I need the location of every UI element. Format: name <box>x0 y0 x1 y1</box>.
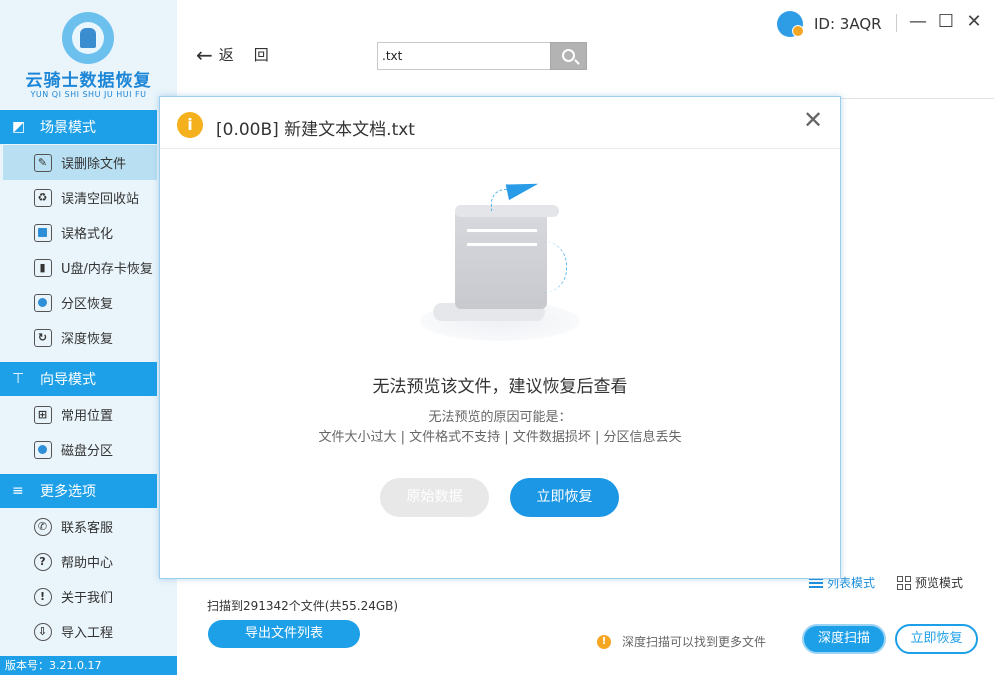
logo-title: 云骑士数据恢复 <box>25 71 152 91</box>
sidebar-item-usb-recovery[interactable]: ▮ U盘/内存卡恢复 <box>0 250 157 285</box>
format-icon <box>34 223 52 242</box>
minimize-icon[interactable]: — <box>908 12 928 32</box>
paper-plane-icon <box>505 177 541 201</box>
section-more-options[interactable]: ≡ 更多选项 <box>0 474 157 508</box>
export-file-list-button[interactable]: 导出文件列表 <box>208 620 360 648</box>
logo-subtitle: YUN QI SHI SHU JU HUI FU <box>30 90 147 99</box>
sidebar-item-deleted-files[interactable]: ✎ 误删除文件 <box>3 145 157 180</box>
disk-icon <box>34 440 52 459</box>
section-title: 场景模式 <box>40 120 96 136</box>
vip-badge-icon <box>792 25 804 37</box>
sidebar-item-label: 误清空回收站 <box>61 192 140 207</box>
section-title: 向导模式 <box>40 372 96 388</box>
close-window-icon[interactable]: ✕ <box>964 12 984 32</box>
section-title: 更多选项 <box>40 484 96 500</box>
sidebar-item-contact-support[interactable]: ✆ 联系客服 <box>0 509 157 544</box>
sidebar-item-label: 误删除文件 <box>61 157 127 172</box>
signpost-icon: ⊤ <box>12 371 25 387</box>
sidebar-item-label: 误格式化 <box>61 227 114 242</box>
app-logo: 云骑士数据恢复 YUN QI SHI SHU JU HUI FU <box>0 0 177 108</box>
section-wizard-mode[interactable]: ⊤ 向导模式 <box>0 362 157 396</box>
sidebar-item-label: 常用位置 <box>61 409 114 424</box>
user-avatar[interactable] <box>777 11 804 37</box>
deep-scan-button[interactable]: 深度扫描 <box>802 624 886 654</box>
warning-icon: ! <box>597 634 611 649</box>
sidebar-item-label: 导入工程 <box>61 626 114 641</box>
deep-scan-hint-text: 深度扫描可以找到更多文件 <box>622 635 767 649</box>
preview-mode-label: 预览模式 <box>915 576 964 590</box>
sidebar-item-import-project[interactable]: ⇩ 导入工程 <box>0 614 157 649</box>
usb-drive-icon: ▮ <box>34 258 52 277</box>
search-button[interactable] <box>550 42 587 70</box>
scene-icon: ◩ <box>12 119 26 135</box>
dialog-header: i [0.00B] 新建文本文档.txt ✕ <box>160 97 840 149</box>
close-icon[interactable]: ✕ <box>803 108 823 132</box>
sidebar-item-partition-recovery[interactable]: 分区恢复 <box>0 285 157 320</box>
sidebar-item-format[interactable]: 误格式化 <box>0 215 157 250</box>
sidebar-item-common-locations[interactable]: ⊞ 常用位置 <box>0 397 157 432</box>
help-icon: ? <box>34 552 52 571</box>
recover-now-button[interactable]: 立即恢复 <box>895 624 978 654</box>
info-icon: i <box>177 112 203 138</box>
user-id: ID: 3AQR <box>814 15 882 33</box>
phone-icon: ✆ <box>34 517 52 536</box>
menu-lines-icon: ≡ <box>12 483 24 499</box>
reason-list: 文件大小过大 | 文件格式不支持 | 文件数据损坏 | 分区信息丢失 <box>318 430 682 445</box>
sidebar-item-help-center[interactable]: ? 帮助中心 <box>0 544 157 579</box>
import-icon: ⇩ <box>34 622 52 641</box>
scan-summary: 扫描到291342个文件(共55.24GB) <box>207 599 399 613</box>
knight-logo-icon <box>62 12 114 64</box>
preview-dialog: i [0.00B] 新建文本文档.txt ✕ 无法预览该文件，建议恢复后查看 无… <box>159 96 841 579</box>
sidebar-item-deep-recovery[interactable]: ↻ 深度恢复 <box>0 320 157 355</box>
cannot-preview-message: 无法预览该文件，建议恢复后查看 <box>372 377 628 397</box>
document-scroll-illustration <box>415 177 585 351</box>
recover-button[interactable]: 立即恢复 <box>510 478 619 517</box>
sidebar-item-label: 关于我们 <box>61 591 114 606</box>
maximize-icon[interactable]: ☐ <box>936 12 956 32</box>
sidebar-item-label: 磁盘分区 <box>61 444 114 459</box>
sidebar-item-disk-partition[interactable]: 磁盘分区 <box>0 432 157 467</box>
sidebar-item-label: 帮助中心 <box>61 556 114 571</box>
divider <box>896 14 897 32</box>
dialog-title: [0.00B] 新建文本文档.txt <box>216 120 415 140</box>
recycle-bin-icon: ♻ <box>34 188 52 207</box>
search-icon <box>562 49 575 62</box>
back-label: 返回 <box>218 46 289 64</box>
deep-scan-hint: ! 深度扫描可以找到更多文件 <box>597 633 766 650</box>
section-scene-mode[interactable]: ◩ 场景模式 <box>0 110 157 144</box>
partition-icon <box>34 293 52 312</box>
sidebar: 云骑士数据恢复 YUN QI SHI SHU JU HUI FU ◩ 场景模式 … <box>0 0 177 675</box>
version-label: 版本号：3.21.0.17 <box>0 656 177 675</box>
grid-icon <box>897 575 911 590</box>
divider <box>840 98 994 99</box>
preview-mode-toggle[interactable]: 预览模式 <box>897 574 963 591</box>
search-input[interactable] <box>377 42 551 70</box>
sidebar-item-label: 分区恢复 <box>61 297 114 312</box>
sidebar-item-label: 联系客服 <box>61 521 114 536</box>
sidebar-item-label: 深度恢复 <box>61 332 114 347</box>
sidebar-item-recycle-bin[interactable]: ♻ 误清空回收站 <box>0 180 157 215</box>
deleted-file-icon: ✎ <box>34 153 52 172</box>
arrow-left-icon: ← <box>196 42 213 67</box>
reason-title: 无法预览的原因可能是： <box>428 410 572 425</box>
info-icon: ! <box>34 587 52 606</box>
sidebar-item-about-us[interactable]: ! 关于我们 <box>0 579 157 614</box>
deep-recovery-icon: ↻ <box>34 328 52 347</box>
back-button[interactable]: ← 返回 <box>196 44 289 65</box>
sidebar-item-label: U盘/内存卡恢复 <box>61 262 153 277</box>
raw-data-button[interactable]: 原始数据 <box>380 478 489 517</box>
windows-icon: ⊞ <box>34 405 52 424</box>
